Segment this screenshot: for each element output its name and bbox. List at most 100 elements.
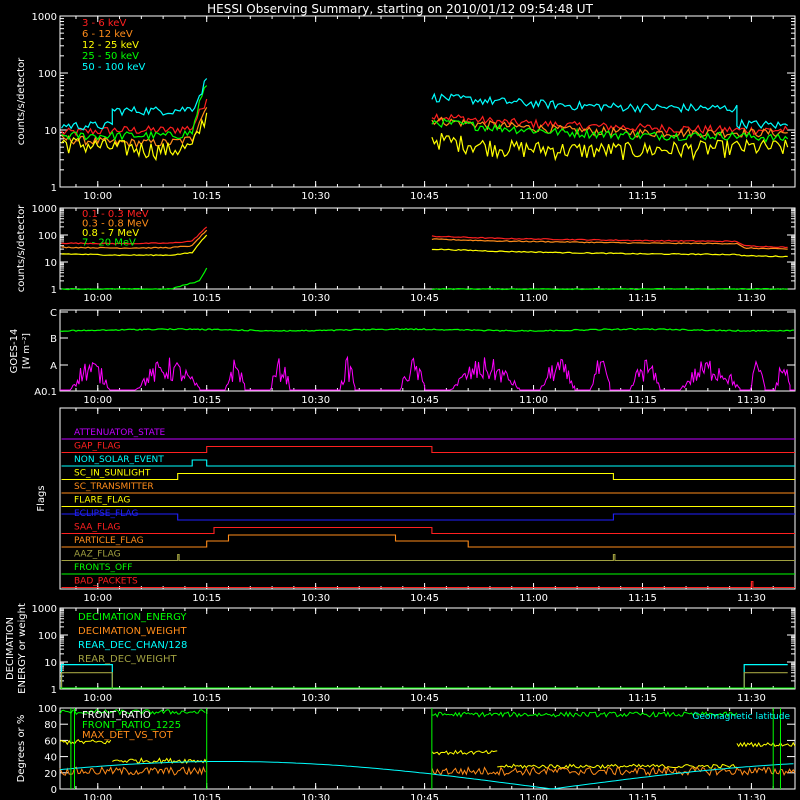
goes-frame (59, 309, 796, 392)
flag-label: AAZ_FLAG (74, 550, 121, 560)
legend-entry: 3 - 6 keV (82, 18, 126, 29)
series-line (736, 741, 796, 748)
x-tick-label: 10:15 (192, 693, 221, 704)
x-tick-label: 11:30 (737, 395, 766, 406)
x-tick-label: 11:00 (519, 293, 548, 304)
x-tick-label: 11:15 (628, 693, 657, 704)
flag-line (61, 534, 795, 548)
series-line (431, 248, 788, 258)
flag-label: NON_SOLAR_EVENT (74, 455, 164, 465)
y-tick-label: A (50, 361, 57, 372)
series-line (743, 664, 788, 689)
flag-line (61, 526, 795, 535)
legend-entry: 12 - 25 keV (82, 40, 139, 51)
y-tick-label: 100 (38, 631, 57, 642)
high-energy-panel: 10:00 10:15 10:30 10:45 11:00 11:15 11:30 1 10 10… (16, 204, 796, 304)
y-axis-label: counts/s/detector (16, 204, 27, 292)
y-tick-label: B (50, 334, 57, 345)
x-tick-label: 10:15 (192, 593, 221, 604)
x-tick-label: 10:45 (410, 593, 439, 604)
goes-panel: 10:00 10:15 10:30 10:45 11:00 11:15 11:30 A0.1 A… (9, 308, 796, 406)
y-axis-label: DECIMATION (5, 617, 16, 680)
y-tick-label: A0.1 (34, 387, 57, 398)
flag-line (61, 472, 795, 481)
series-line (61, 85, 208, 142)
flag-line (61, 580, 795, 589)
series-line (431, 132, 789, 162)
x-tick-label: 10:15 (192, 793, 221, 800)
flag-label: FRONTS_OFF (74, 563, 132, 573)
x-tick-label: 11:00 (519, 793, 548, 800)
x-tick-label: 10:00 (83, 793, 112, 800)
y-axis-label: counts/s/detector (16, 57, 27, 145)
y-axis-label: Degrees or % (16, 715, 27, 783)
y-tick-label: 60 (44, 736, 57, 747)
flag-label: BAD_PACKETS (74, 577, 138, 587)
y-axis-label: Flags (36, 485, 47, 511)
low-energy-frame (59, 15, 796, 188)
x-tick-label: 11:30 (737, 693, 766, 704)
x-tick-label: 11:30 (737, 793, 766, 800)
series-line (60, 664, 113, 689)
x-tick-label: 10:00 (83, 395, 112, 406)
series-line (60, 672, 113, 689)
x-tick-label: 11:00 (519, 593, 548, 604)
legend-entry: REAR_DEC_CHAN/128 (78, 640, 187, 651)
y-tick-label: 1 (51, 285, 57, 296)
y-tick-label: 100 (38, 704, 57, 715)
flags-frame (59, 407, 796, 590)
y-tick-label: 10 (44, 258, 57, 269)
y-tick-label: 1000 (32, 12, 57, 23)
x-tick-label: 10:45 (410, 293, 439, 304)
x-tick-label: 11:15 (628, 293, 657, 304)
series-line (59, 765, 206, 776)
x-tick-label: 10:45 (410, 395, 439, 406)
x-tick-label: 10:30 (301, 293, 330, 304)
legend-entry: 6 - 12 keV (82, 29, 133, 40)
observing-summary-plot: HESSI Observing Summary, starting on 201… (5, 2, 796, 800)
series-line (431, 710, 738, 718)
legend-entry: DECIMATION_WEIGHT (78, 626, 187, 637)
x-tick-label: 10:45 (410, 191, 439, 202)
y-axis-label: GOES-14 (9, 329, 20, 374)
y-tick-label: 20 (44, 769, 57, 780)
legend-entry: DECIMATION_ENERGY (78, 612, 187, 623)
low-energy-panel: 10:00 10:15 10:30 10:45 11:00 11:15 11:30 1 10 10… (16, 12, 796, 202)
y-tick-label: C (50, 308, 57, 319)
y-tick-label: 40 (44, 753, 57, 764)
latitude-annotation: Geomagnetic latitude (692, 712, 790, 722)
series-line (431, 766, 796, 777)
x-tick-label: 10:00 (83, 693, 112, 704)
legend-entry: 50 - 100 keV (82, 62, 146, 73)
series-line (61, 78, 208, 131)
legend-entry: MAX_DET_VS_TOT (82, 730, 174, 741)
x-tick-label: 11:00 (519, 395, 548, 406)
series-line (431, 235, 788, 249)
series-line (743, 672, 788, 689)
flag-label: PARTICLE_FLAG (74, 536, 144, 546)
goes-short-line (60, 355, 795, 391)
x-tick-label: 10:30 (301, 593, 330, 604)
x-tick-label: 10:15 (192, 293, 221, 304)
legend-entry: 7 - 20 MeV (82, 238, 136, 249)
series-line (431, 287, 788, 291)
x-tick-label: 10:15 (192, 395, 221, 406)
flag-line (61, 513, 795, 521)
flag-line (61, 459, 795, 467)
x-tick-label: 10:30 (301, 693, 330, 704)
x-tick-label: 11:15 (628, 793, 657, 800)
x-tick-label: 11:15 (628, 395, 657, 406)
flag-line (61, 553, 795, 562)
flag-label: SAA_FLAG (74, 523, 120, 533)
plot-title: HESSI Observing Summary, starting on 201… (207, 2, 593, 16)
flags-panel: 10:00 10:15 10:30 10:45 11:00 11:15 11:30 Flags… (36, 407, 796, 604)
y-tick-label: 10 (44, 126, 57, 137)
x-tick-label: 11:00 (519, 693, 548, 704)
decimation-panel: 10:00 10:15 10:30 10:45 11:00 11:15 11:30 1 10 10… (5, 603, 796, 704)
y-tick-label: 10 (44, 658, 57, 669)
series-line (431, 749, 498, 756)
x-tick-label: 11:30 (737, 191, 766, 202)
flag-label: GAP_FLAG (74, 442, 120, 452)
x-tick-label: 10:00 (83, 293, 112, 304)
y-tick-label: 100 (38, 69, 57, 80)
